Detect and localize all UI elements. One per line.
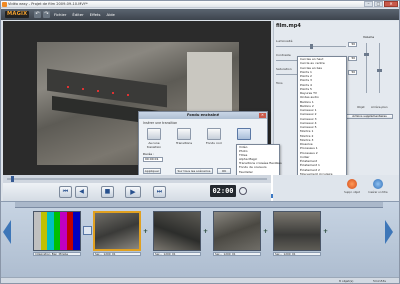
brightness-slider[interactable]	[276, 44, 346, 49]
menu-effets[interactable]: Effets	[90, 12, 101, 17]
menu-aide[interactable]: Aide	[107, 12, 115, 17]
clip-thumbnail[interactable]	[273, 211, 321, 251]
clip-label: Intégration_Ban_Mirebe	[33, 252, 81, 256]
transition-icon[interactable]	[83, 226, 92, 235]
menu-fichier[interactable]: Fichier	[54, 12, 66, 17]
scroll-left-arrow[interactable]	[3, 220, 11, 244]
scroll-right-arrow[interactable]	[385, 220, 393, 244]
dialog-title: Fondu enchaîné	[139, 112, 267, 119]
clip-label: Ser..._1200_01	[273, 252, 321, 256]
clip-label: Ser..._1200_01	[93, 252, 141, 256]
redo-icon[interactable]: ↷	[43, 11, 50, 18]
more-actions-button[interactable]: Actions supplémentaires	[346, 114, 393, 119]
timeline-ruler[interactable]	[15, 202, 383, 208]
clip-thumbnail[interactable]	[213, 211, 261, 251]
object-label: Objet	[357, 105, 365, 109]
title-bar: Vidéo easy - Projet de film 2009-09-10.M…	[1, 1, 399, 8]
transition-fade-black[interactable]: Fondu noir	[203, 128, 225, 145]
dialog-close-button[interactable]: ✕	[259, 113, 266, 118]
main-menu: Fichier Éditer Effets Aide	[54, 12, 115, 17]
next-button[interactable]: ⏭	[153, 186, 166, 198]
background-label: Arrière-plan	[371, 105, 388, 109]
window-title: Vidéo easy - Projet de film 2009-09-10.M…	[8, 2, 88, 6]
delete-object-label: Suppr. objet	[344, 191, 360, 194]
magix-logo: MAGIX	[5, 11, 30, 18]
timecode-display: 02:00	[210, 185, 236, 197]
brightness-label: Luminosité	[276, 39, 293, 43]
volume-object-slider[interactable]	[364, 43, 369, 93]
clip-label: Ser..._1200_01	[153, 252, 201, 256]
app-icon	[2, 2, 7, 7]
menu-editer[interactable]: Éditer	[72, 12, 83, 17]
add-transition-icon[interactable]: +	[203, 228, 208, 235]
tint-label: Tons	[276, 81, 283, 85]
rewind-button[interactable]: ◀	[75, 186, 88, 198]
contrast-value[interactable]: 50	[348, 56, 357, 61]
maximize-button[interactable]: □	[374, 1, 383, 7]
clock-icon[interactable]	[239, 187, 247, 195]
insert-title-icon[interactable]	[373, 179, 383, 189]
undo-icon[interactable]: ↶	[34, 11, 41, 18]
clip-thumbnail[interactable]	[153, 211, 201, 251]
ok-button[interactable]: OK	[217, 168, 231, 174]
transition-selected[interactable]	[233, 128, 255, 141]
insert-title-label: Insérer un titre	[368, 191, 388, 194]
stop-button[interactable]: ■	[101, 186, 114, 198]
minimize-button[interactable]: –	[364, 1, 373, 7]
apply-all-button[interactable]: Sur tous les scénarios	[175, 168, 213, 174]
volume-label: Volume	[363, 35, 375, 39]
transition-transitions[interactable]: Transitions	[173, 128, 195, 145]
contrast-label: Contraste	[276, 53, 291, 57]
play-button[interactable]: ▶	[125, 186, 141, 198]
add-transition-icon[interactable]: +	[263, 228, 268, 235]
object-count: 8 objet(s)	[339, 279, 354, 283]
duration-input[interactable]: 00:00:01	[143, 157, 163, 162]
project-duration: 5min53s	[373, 279, 386, 283]
saturation-label: Saturation	[276, 67, 292, 71]
file-name: film.mp4	[276, 23, 301, 29]
previous-button[interactable]: ⏮	[59, 186, 72, 198]
volume-background-slider[interactable]	[377, 43, 382, 93]
add-transition-icon[interactable]: +	[323, 228, 328, 235]
saturation-value[interactable]: 50	[348, 70, 357, 75]
clip-thumbnail-selected[interactable]	[93, 211, 141, 251]
clip-thumbnail[interactable]	[33, 211, 81, 251]
menu-bar: MAGIX ↶ ↷ Fichier Éditer Effets Aide	[1, 9, 399, 20]
seek-handle[interactable]	[11, 176, 14, 182]
duration-label: Durée :	[143, 152, 155, 156]
seek-bar[interactable]	[3, 175, 271, 183]
brightness-value[interactable]: 50	[348, 42, 357, 47]
close-button[interactable]: ✕	[384, 1, 398, 7]
clip-label: Ser..._1200_01	[213, 252, 261, 256]
window-controls: – □ ✕	[364, 1, 398, 7]
right-toolbar: Suppr. objet Insérer un titre	[273, 175, 399, 201]
apply-button[interactable]: Appliquer	[143, 168, 161, 174]
dialog-subtitle: Insérer une transition	[143, 121, 178, 125]
status-bar: 8 objet(s) 5min53s	[1, 277, 399, 283]
add-transition-icon[interactable]: +	[143, 228, 148, 235]
transition-none[interactable]: Aucune transition	[143, 128, 165, 149]
delete-object-icon[interactable]	[347, 179, 357, 189]
storyboard-timeline: Intégration_Ban_Mirebe Ser..._1200_01 + …	[1, 201, 399, 277]
app-window: Vidéo easy - Projet de film 2009-09-10.M…	[0, 0, 400, 284]
